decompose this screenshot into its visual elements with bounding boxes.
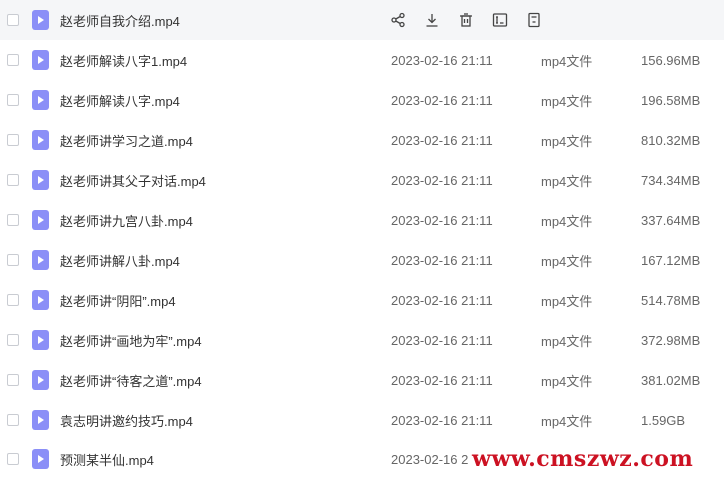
file-date: 2023-02-16 21:11 [391,132,493,148]
video-file-icon [32,50,49,70]
file-row[interactable]: 赵老师解读八字1.mp4 2023-02-16 21:11 mp4文件 156.… [0,40,724,80]
more-icon[interactable] [526,12,542,28]
file-row[interactable]: 赵老师讲“待客之道”.mp4 2023-02-16 21:11 mp4文件 38… [0,360,724,400]
file-size: 372.98MB [641,332,701,348]
file-name[interactable]: 赵老师讲“待客之道”.mp4 [60,371,202,390]
row-checkbox[interactable] [7,254,19,266]
file-name[interactable]: 赵老师讲学习之道.mp4 [60,131,193,150]
video-file-icon [32,250,49,270]
file-date: 2023-02-16 21:11 [391,172,493,188]
video-file-icon [32,330,49,350]
file-name[interactable]: 赵老师讲其父子对话.mp4 [60,171,206,190]
file-type: mp4文件 [541,213,593,229]
file-type: mp4文件 [541,293,593,309]
file-size: 810.32MB [641,132,701,148]
row-checkbox[interactable] [7,54,19,66]
row-checkbox[interactable] [7,414,19,426]
file-name[interactable]: 赵老师讲“阴阳”.mp4 [60,291,176,310]
file-row[interactable]: 赵老师讲“阴阳”.mp4 2023-02-16 21:11 mp4文件 514.… [0,280,724,320]
file-size: 514.78MB [641,292,701,308]
file-size: 167.12MB [641,252,701,268]
row-checkbox[interactable] [7,214,19,226]
video-file-icon [32,410,49,430]
download-icon[interactable] [424,12,440,28]
row-checkbox[interactable] [7,453,19,465]
video-file-icon [32,10,49,30]
video-file-icon [32,130,49,150]
video-file-icon [32,210,49,230]
file-row[interactable]: 袁志明讲邀约技巧.mp4 2023-02-16 21:11 mp4文件 1.59… [0,400,724,440]
file-date: 2023-02-16 21:11 [391,212,493,228]
row-checkbox[interactable] [7,174,19,186]
file-row[interactable]: 赵老师讲“画地为牢”.mp4 2023-02-16 21:11 mp4文件 37… [0,320,724,360]
file-type: mp4文件 [541,173,593,189]
video-file-icon [32,370,49,390]
file-row[interactable]: 赵老师解读八字.mp4 2023-02-16 21:11 mp4文件 196.5… [0,80,724,120]
file-size: 156.96MB [641,52,701,68]
row-checkbox[interactable] [7,14,19,26]
file-type: mp4文件 [541,373,593,389]
file-name[interactable]: 赵老师解读八字1.mp4 [60,51,187,70]
file-size: 1.59GB [641,412,686,428]
file-row[interactable]: 赵老师讲解八卦.mp4 2023-02-16 21:11 mp4文件 167.1… [0,240,724,280]
file-type: mp4文件 [541,413,593,429]
file-size: 381.02MB [641,372,701,388]
file-date: 2023-02-16 21:11 [391,292,493,308]
file-date: 2023-02-16 21:11 [391,412,493,428]
file-type: mp4文件 [541,53,593,69]
file-row[interactable]: 赵老师讲其父子对话.mp4 2023-02-16 21:11 mp4文件 734… [0,160,724,200]
delete-icon[interactable] [458,12,474,28]
file-type: mp4文件 [541,93,593,109]
watermark: www.cmszwz.com [472,446,694,472]
row-actions [390,12,542,28]
file-name[interactable]: 预测某半仙.mp4 [60,450,154,469]
file-name[interactable]: 袁志明讲邀约技巧.mp4 [60,411,193,430]
file-size: 196.58MB [641,92,701,108]
row-checkbox[interactable] [7,374,19,386]
file-size: 734.34MB [641,172,701,188]
file-name[interactable]: 赵老师解读八字.mp4 [60,91,180,110]
share-icon[interactable] [390,12,406,28]
file-date: 2023-02-16 21:11 [391,332,493,348]
row-checkbox[interactable] [7,134,19,146]
file-date: 2023-02-16 21:11 [391,52,493,68]
file-name[interactable]: 赵老师自我介绍.mp4 [60,11,180,30]
video-file-icon [32,449,49,469]
file-size: 337.64MB [641,212,701,228]
file-type: mp4文件 [541,133,593,149]
video-file-icon [32,90,49,110]
rename-icon[interactable] [492,12,508,28]
file-date: 2023-02-16 21:11 [391,92,493,108]
file-date: 2023-02-16 21:11 [391,252,493,268]
file-name[interactable]: 赵老师讲“画地为牢”.mp4 [60,331,202,350]
video-file-icon [32,290,49,310]
file-type: mp4文件 [541,333,593,349]
row-checkbox[interactable] [7,294,19,306]
file-date: 2023-02-16 21:11 [391,372,493,388]
file-type: mp4文件 [541,253,593,269]
file-row[interactable]: 赵老师讲九宫八卦.mp4 2023-02-16 21:11 mp4文件 337.… [0,200,724,240]
video-file-icon [32,170,49,190]
file-name[interactable]: 赵老师讲九宫八卦.mp4 [60,211,193,230]
file-name[interactable]: 赵老师讲解八卦.mp4 [60,251,180,270]
file-date: 2023-02-16 2 [391,451,469,467]
file-row[interactable]: 赵老师自我介绍.mp4 [0,0,724,40]
file-row[interactable]: 赵老师讲学习之道.mp4 2023-02-16 21:11 mp4文件 810.… [0,120,724,160]
row-checkbox[interactable] [7,334,19,346]
row-checkbox[interactable] [7,94,19,106]
